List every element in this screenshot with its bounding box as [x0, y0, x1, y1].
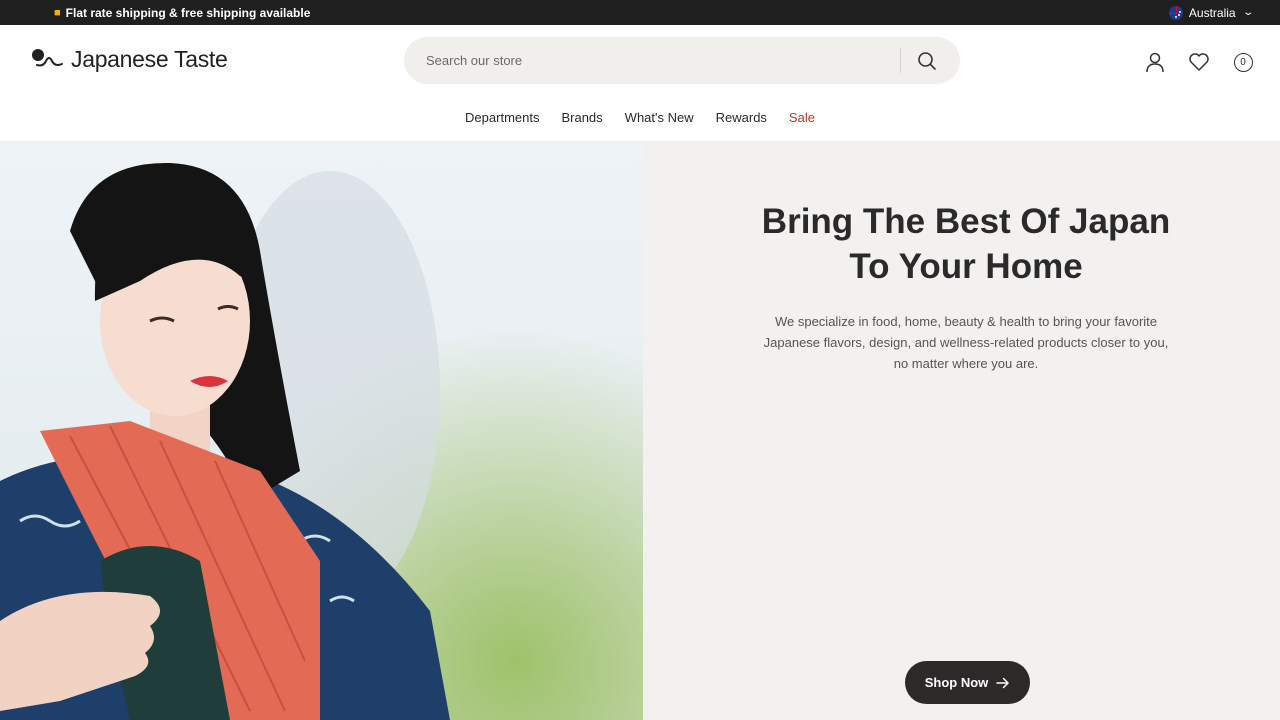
- hero-banner: Bring The Best Of Japan To Your Home We …: [0, 141, 1280, 720]
- hero-image: [0, 141, 643, 720]
- search-icon: [918, 52, 936, 70]
- hero-headline-line-1: Bring The Best Of Japan: [761, 202, 1171, 241]
- account-icon: [1146, 52, 1164, 73]
- wishlist-button[interactable]: [1187, 50, 1211, 74]
- nav-whats-new[interactable]: What's New: [625, 110, 694, 132]
- main-nav: Departments Brands What's New Rewards Sa…: [0, 110, 1280, 132]
- logo-text: Japanese Taste: [71, 46, 228, 72]
- search-divider: [900, 48, 901, 73]
- hero-headline: Bring The Best Of Japan To Your Home: [746, 199, 1186, 289]
- hero-description-line-1: We specialize in food, home, beauty & he…: [774, 314, 1158, 329]
- arrow-right-icon: [996, 677, 1010, 688]
- search-bar: [404, 37, 960, 84]
- shipping-promo-text: Flat rate shipping & free shipping avail…: [65, 5, 311, 20]
- shipping-promo: ■ Flat rate shipping & free shipping ava…: [54, 0, 310, 25]
- nav-rewards[interactable]: Rewards: [716, 110, 767, 132]
- search-button[interactable]: [912, 48, 942, 74]
- heart-icon: [1189, 53, 1209, 71]
- cart-count: 0: [1240, 56, 1246, 68]
- shop-now-label: Shop Now: [924, 675, 989, 690]
- woman-with-fan-illustration: [0, 162, 450, 720]
- hero-headline-line-2: To Your Home: [849, 247, 1083, 286]
- region-selector[interactable]: Australia ⌄: [1168, 0, 1254, 25]
- nav-brands[interactable]: Brands: [561, 110, 602, 132]
- hero-content: Bring The Best Of Japan To Your Home We …: [643, 141, 1280, 720]
- australia-flag-icon: [1168, 5, 1183, 20]
- region-label: Australia: [1188, 5, 1236, 20]
- cart-icon: 0: [1233, 52, 1253, 72]
- nav-sale[interactable]: Sale: [789, 110, 815, 132]
- account-button[interactable]: [1143, 50, 1167, 74]
- nav-departments[interactable]: Departments: [465, 110, 539, 132]
- hero-description-line-3: no matter where you are.: [893, 356, 1039, 371]
- announcement-bar: ■ Flat rate shipping & free shipping ava…: [0, 0, 1280, 25]
- cart-button[interactable]: 0: [1231, 50, 1255, 74]
- chevron-down-icon: ⌄: [1241, 7, 1254, 18]
- truck-icon: ■: [54, 6, 61, 19]
- hero-description-line-2: Japanese flavors, design, and wellness-r…: [763, 335, 1169, 350]
- logo-mark-icon: [32, 48, 63, 66]
- site-logo[interactable]: Japanese Taste: [31, 46, 228, 73]
- search-input[interactable]: [426, 37, 886, 84]
- hero-description: We specialize in food, home, beauty & he…: [761, 311, 1171, 374]
- shop-now-button[interactable]: Shop Now: [905, 661, 1030, 704]
